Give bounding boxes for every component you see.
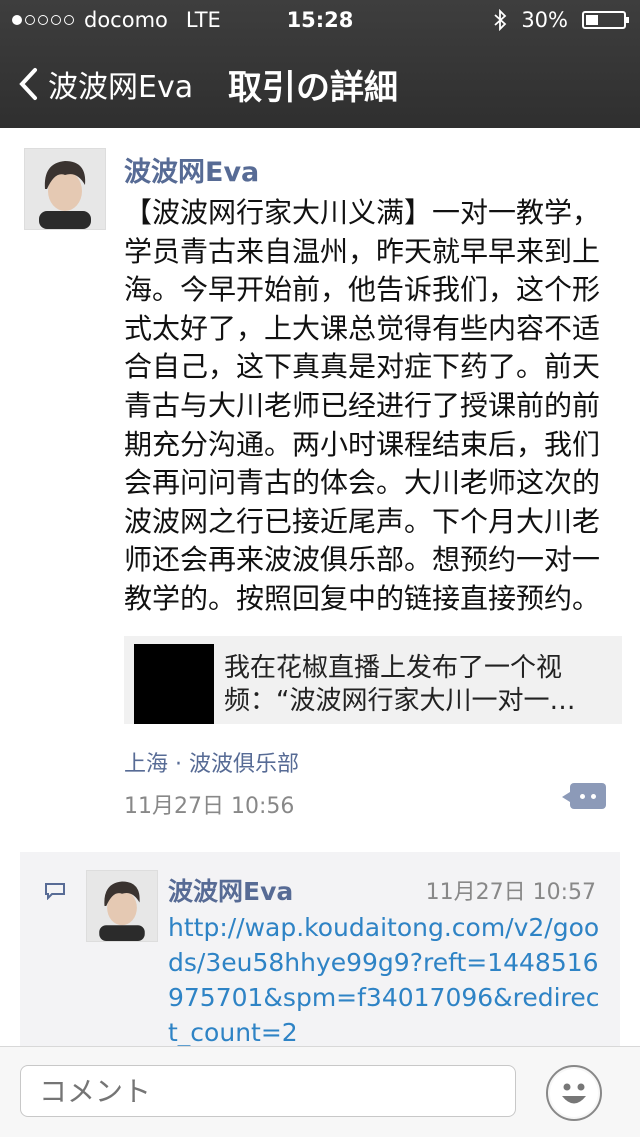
comment-time: 11月27日 10:57 [425,880,596,905]
back-label: 波波网Eva [48,70,194,105]
post-author[interactable]: 波波网Eva [124,150,259,189]
avatar[interactable] [24,148,106,230]
comment-section: 波波网Eva 11月27日 10:57 http://wap.koudaiton… [20,852,620,1052]
header: docomo LTE 15:28 30% 波波网Eva 取引の詳細 [0,0,640,128]
post-timestamp: 11月27日 10:56 [124,794,295,819]
avatar[interactable] [86,870,158,942]
emoji-icon[interactable] [546,1065,602,1121]
more-icon[interactable] [562,783,606,809]
bluetooth-icon [494,9,507,31]
video-thumbnail [134,644,214,724]
post-location[interactable]: 上海 · 波波俱乐部 [124,746,299,778]
shared-link-text: 我在花椒直播上发布了一个视频：“波波网行家大川一对一… [224,653,576,716]
back-button[interactable]: 波波网Eva [18,62,193,106]
battery-icon [582,11,629,29]
comment-icon [45,883,65,900]
comment-input[interactable] [20,1065,516,1117]
battery-percent: 30% [521,8,568,32]
comment-link[interactable]: http://wap.koudaitong.com/v2/goods/3eu58… [168,910,608,1050]
shared-link-card[interactable]: 我在花椒直播上发布了一个视频：“波波网行家大川一对一… [124,636,622,724]
post-text: 【波波网行家大川义满】一对一教学，学员青古来自温州，昨天就早早来到上海。今早开始… [124,196,601,615]
comment-input-bar [0,1046,640,1137]
page-title: 取引の詳細 [228,68,398,108]
status-bar: docomo LTE 15:28 30% [0,0,640,40]
nav-bar: 波波网Eva 取引の詳細 [0,40,640,128]
back-chevron-icon [19,68,37,100]
comment-author[interactable]: 波波网Eva [168,872,293,908]
